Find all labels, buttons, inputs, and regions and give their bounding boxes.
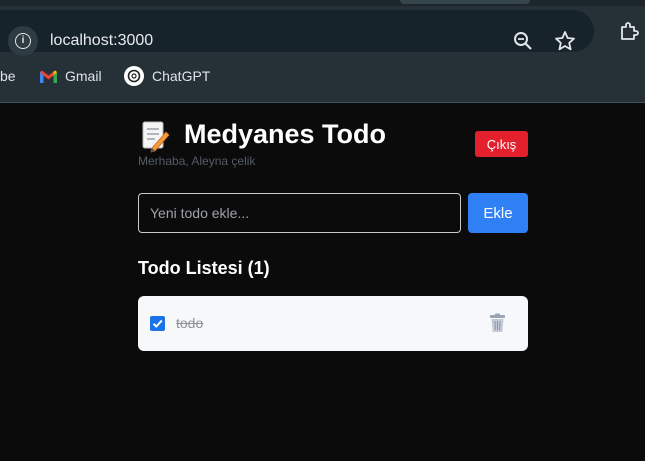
chatgpt-icon (124, 66, 144, 86)
info-icon: i (15, 33, 31, 49)
browser-chrome: i localhost:3000 be Gmail ChatGPT (0, 0, 645, 103)
todo-checkbox[interactable] (150, 316, 165, 331)
tab[interactable] (400, 0, 530, 4)
greeting-text: Merhaba, Aleyna çelik (138, 154, 256, 168)
logout-button[interactable]: Çıkış (475, 131, 528, 157)
trash-icon[interactable] (488, 313, 507, 333)
bookmark-gmail[interactable]: Gmail (65, 68, 102, 84)
new-todo-input[interactable] (138, 193, 461, 233)
gmail-icon (40, 70, 57, 83)
todo-list-heading: Todo Listesi (1) (138, 258, 270, 278)
memo-icon (142, 121, 170, 153)
bookmark-partial[interactable]: be (0, 68, 16, 84)
address-bar[interactable]: i localhost:3000 (0, 10, 594, 56)
add-todo-button[interactable]: Ekle (468, 193, 528, 233)
tab-strip (0, 0, 645, 6)
extensions-icon[interactable] (617, 19, 641, 43)
bookmark-chatgpt[interactable]: ChatGPT (152, 68, 210, 84)
divider (0, 102, 645, 103)
url-text[interactable]: localhost:3000 (50, 32, 153, 50)
site-info-button[interactable]: i (8, 26, 38, 56)
zoom-icon[interactable] (512, 30, 534, 52)
page-title: Medyanes Todo (184, 119, 387, 149)
todo-text: todo (176, 315, 204, 331)
todo-item: todo (138, 296, 528, 351)
star-icon[interactable] (553, 29, 577, 53)
header: Medyanes Todo (138, 119, 528, 155)
